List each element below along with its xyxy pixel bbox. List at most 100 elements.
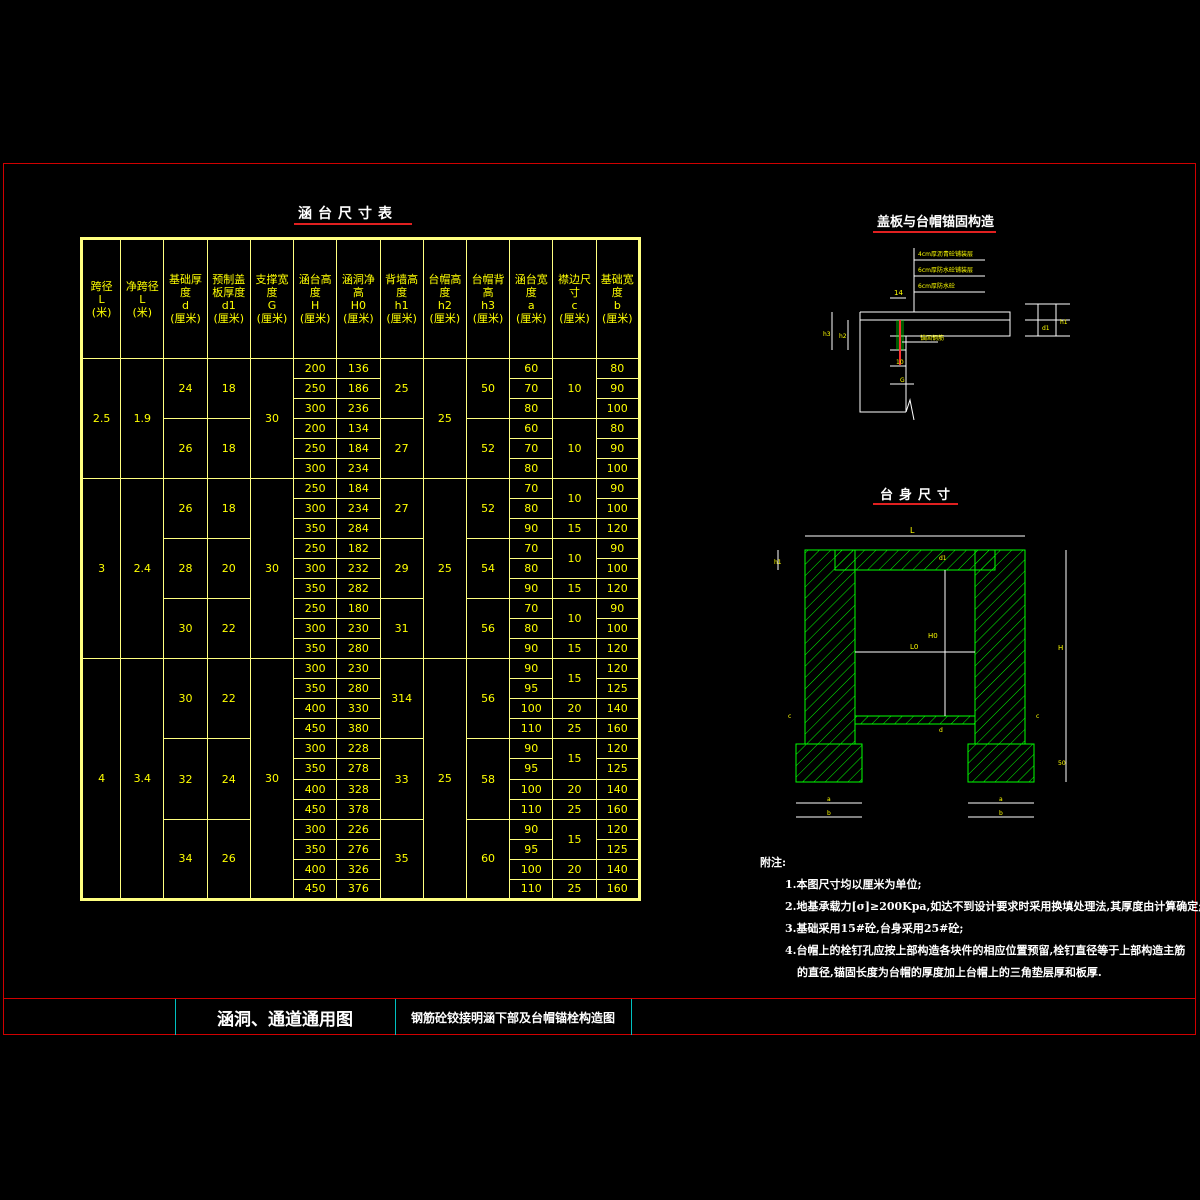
table-row: 3 2.4 26 18 30 250 184 27 25 52 70 10 90 xyxy=(80,478,641,660)
net-span-cell: 3.4 xyxy=(120,658,165,900)
abutment-height-cell: 350 xyxy=(293,678,338,700)
foundation-thickness-cell: 28 xyxy=(163,538,208,600)
abutment-height-cell: 200 xyxy=(293,418,338,440)
notes-heading: 附注: xyxy=(760,856,787,869)
slab-thickness-cell: 22 xyxy=(206,598,251,660)
clear-height-cell: 278 xyxy=(336,758,381,780)
top-slab xyxy=(834,549,996,571)
title-block: 涵洞、通道通用图 钢筋砼铰接明涵下部及台帽锚栓构造图 xyxy=(3,998,1196,1035)
dim-b-left: b xyxy=(827,810,831,817)
clear-height-cell: 284 xyxy=(336,518,381,540)
note-3: 3.基础采用15#砼,台身采用25#砼; xyxy=(785,922,964,935)
foundation-width-cell: 120 xyxy=(595,518,641,540)
slab-thickness-cell: 18 xyxy=(206,418,251,480)
foundation-width-cell: 160 xyxy=(595,878,641,901)
foundation-width-cell: 125 xyxy=(595,758,641,780)
right-footing xyxy=(967,743,1035,783)
note-2: 2.地基承载力[σ]≥200Kpa,如达不到设计要求时采用换填处理法,其厚度由计… xyxy=(785,900,1200,913)
foundation-width-cell: 90 xyxy=(595,378,641,400)
foundation-thickness-cell: 34 xyxy=(163,818,208,901)
dim-left1-text: h3 xyxy=(823,331,831,338)
table-title: 涵台尺寸表 xyxy=(298,206,398,222)
abutment-height-cell: 350 xyxy=(293,638,338,660)
abutment-width-cell: 70 xyxy=(509,598,554,620)
table-header-cell: 背墙高度 h1 (厘米) xyxy=(379,237,424,360)
table-header-cell: 台帽背高 h3 (厘米) xyxy=(465,237,511,360)
dim-d-text: d xyxy=(939,727,943,734)
offset-cell: 15 xyxy=(552,738,597,780)
abutment-width-cell: 95 xyxy=(509,678,554,700)
table-header-cell: 涵台宽度 a (厘米) xyxy=(509,237,554,360)
foundation-width-cell: 140 xyxy=(595,858,641,880)
clear-height-cell: 184 xyxy=(336,478,381,500)
detail1-underline xyxy=(873,231,996,233)
support-width-cell: 30 xyxy=(249,358,295,480)
abutment-width-cell: 90 xyxy=(509,638,554,660)
abutment-height-cell: 450 xyxy=(293,878,338,901)
clear-height-cell: 230 xyxy=(336,618,381,640)
table-header-cell: 台帽高度 h2 (厘米) xyxy=(422,237,467,360)
abutment-height-cell: 250 xyxy=(293,598,338,620)
offset-cell: 15 xyxy=(552,578,597,600)
abutment-height-cell: 200 xyxy=(293,358,338,380)
table-row: 32 24 300 228 33 58 90 15 120 xyxy=(82,738,641,820)
clear-height-cell: 234 xyxy=(336,458,381,480)
foundation-width-cell: 90 xyxy=(595,438,641,460)
clear-height-cell: 184 xyxy=(336,438,381,460)
foundation-width-cell: 100 xyxy=(595,398,641,420)
offset-cell: 20 xyxy=(552,778,597,800)
abutment-width-cell: 90 xyxy=(509,738,554,760)
cap-back-height-cell: 60 xyxy=(465,818,511,901)
table-header-cell: 基础宽度 b (厘米) xyxy=(595,237,641,360)
abutment-height-cell: 350 xyxy=(293,578,338,600)
abutment-height-cell: 250 xyxy=(293,478,338,500)
dim-H0-text: H0 xyxy=(928,632,938,640)
dim-H-text: H xyxy=(1058,644,1063,652)
foundation-width-cell: 100 xyxy=(595,458,641,480)
abutment-width-cell: 95 xyxy=(509,838,554,860)
abutment-height-cell: 250 xyxy=(293,438,338,460)
abutment-width-cell: 100 xyxy=(509,698,554,720)
left-wall xyxy=(804,549,856,745)
offset-cell: 15 xyxy=(552,658,597,700)
abutment-height-cell: 300 xyxy=(293,658,338,680)
foundation-thickness-cell: 26 xyxy=(163,478,208,540)
clear-height-cell: 380 xyxy=(336,718,381,740)
dim-L0-text: L0 xyxy=(910,643,918,651)
span-cell: 3 xyxy=(80,478,122,660)
abutment-width-cell: 95 xyxy=(509,758,554,780)
table-header-cell: 支撑宽度 G (厘米) xyxy=(249,237,295,360)
back-wall-height-cell: 29 xyxy=(379,538,424,600)
anchor-label: 锚固钢筋 xyxy=(920,334,944,342)
tb-sub-title: 钢筋砼铰接明涵下部及台帽锚栓构造图 xyxy=(410,1010,615,1025)
note-1: 1.本图尺寸均以厘米为单位; xyxy=(785,878,922,891)
clear-height-cell: 186 xyxy=(336,378,381,400)
slab-thickness-cell: 24 xyxy=(206,738,251,820)
abutment-height-cell: 350 xyxy=(293,758,338,780)
cap-back-height-cell: 58 xyxy=(465,738,511,820)
abutment-height-cell: 300 xyxy=(293,458,338,480)
cap-back-height-cell: 50 xyxy=(465,358,511,420)
clear-height-cell: 226 xyxy=(336,818,381,840)
abutment-width-cell: 80 xyxy=(509,558,554,580)
abutment-width-cell: 70 xyxy=(509,538,554,560)
abutment-width-cell: 100 xyxy=(509,778,554,800)
foundation-width-cell: 140 xyxy=(595,698,641,720)
table-row: 30 22 250 180 31 56 70 10 90 xyxy=(82,598,641,660)
back-wall-height-cell: 35 xyxy=(379,818,424,901)
tb-main-title: 涵洞、通道通用图 xyxy=(217,1009,353,1030)
offset-cell: 25 xyxy=(552,718,597,740)
offset-cell: 10 xyxy=(552,478,597,520)
span-cell: 2.5 xyxy=(80,358,122,480)
abutment-width-cell: 90 xyxy=(509,518,554,540)
clear-height-cell: 276 xyxy=(336,838,381,860)
table-header-cell: 预制盖板厚度 d1 (厘米) xyxy=(206,237,251,360)
foundation-thickness-cell: 32 xyxy=(163,738,208,820)
abutment-height-cell: 350 xyxy=(293,838,338,860)
detail2-title: 台身尺寸 xyxy=(880,488,957,503)
table-row: 34 26 300 226 35 60 90 15 120 xyxy=(82,818,641,901)
foundation-width-cell: 140 xyxy=(595,778,641,800)
clear-height-cell: 182 xyxy=(336,538,381,560)
foundation-width-cell: 90 xyxy=(595,598,641,620)
dim-b-right: b xyxy=(999,810,1003,817)
